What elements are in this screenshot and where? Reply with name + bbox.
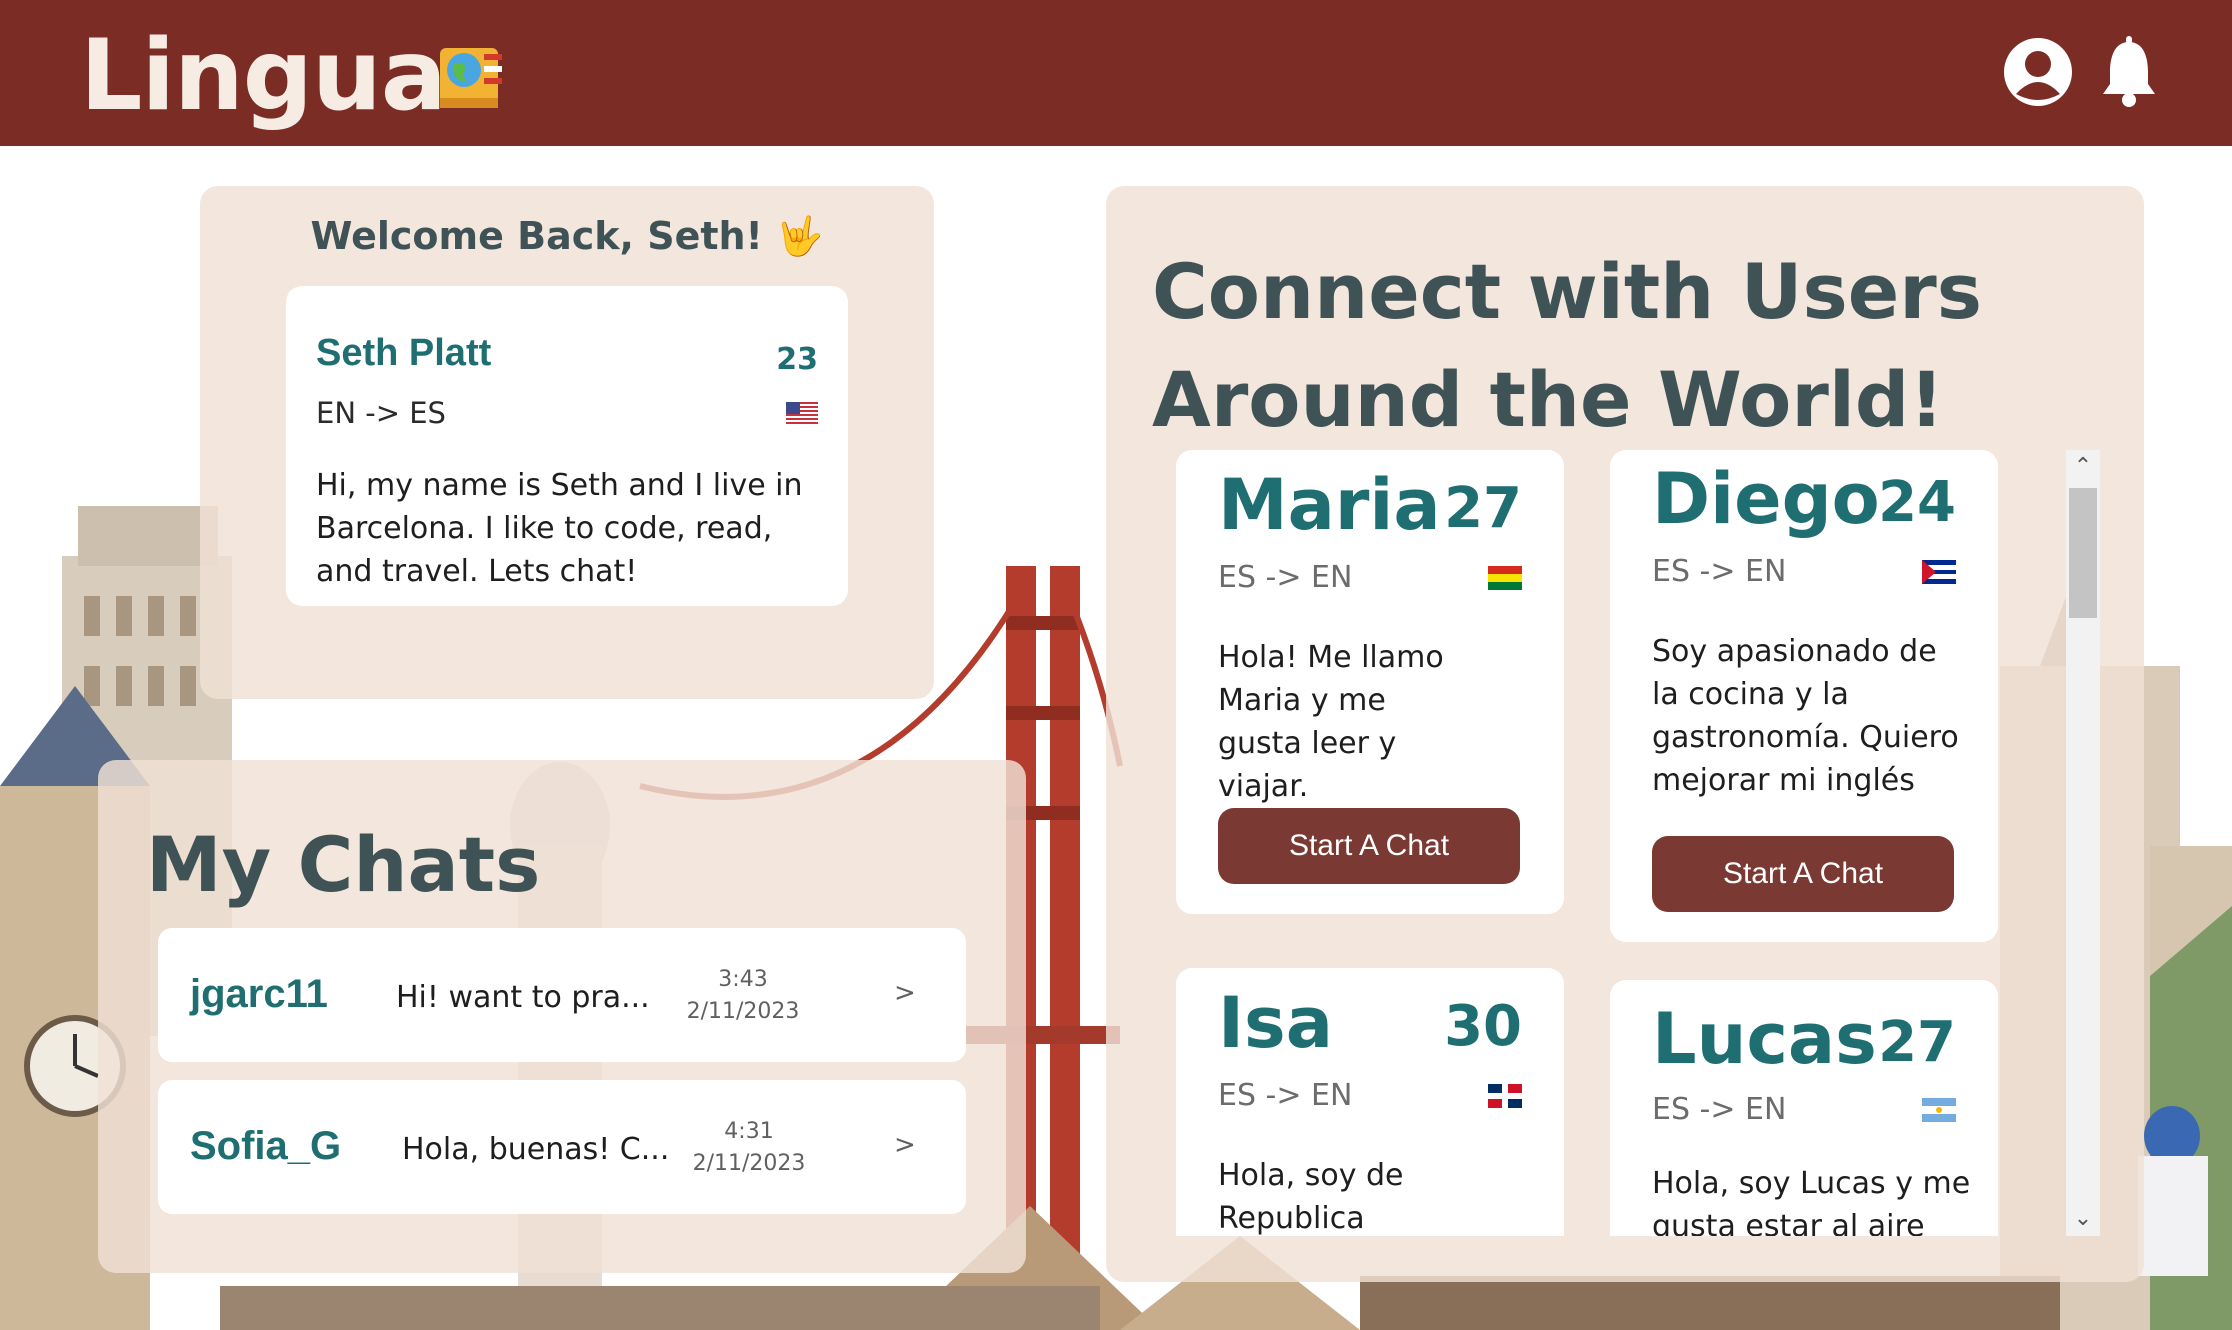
- chat-preview: Hi! want to pra...: [396, 980, 650, 1015]
- us-flag-icon: [786, 402, 818, 424]
- user-card-diego[interactable]: Diego 24 ES -> EN Soy apasionado de la c…: [1610, 450, 1998, 942]
- top-bar: Lingua: [0, 0, 2232, 146]
- start-chat-button[interactable]: Start A Chat: [1218, 808, 1520, 884]
- book-globe-icon: [440, 48, 502, 108]
- user-age: 30: [1444, 994, 1522, 1059]
- bolivia-flag-icon: [1488, 566, 1522, 590]
- my-chats-panel: My Chats jgarc11 Hi! want to pra... 3:43…: [98, 760, 1026, 1273]
- chat-row[interactable]: Sofia_G Hola, buenas! C... 4:31 2/11/202…: [158, 1080, 966, 1214]
- user-bio: Hola, soy Lucas y me gusta estar al aire: [1652, 1166, 1971, 1236]
- my-profile-card[interactable]: Seth Platt 23 EN -> ES Hi, my name is Se…: [286, 286, 848, 606]
- user-languages: ES -> EN: [1218, 560, 1353, 595]
- user-name: Isa: [1218, 982, 1333, 1064]
- scroll-up-arrow-icon[interactable]: ⌃: [2066, 450, 2100, 484]
- chat-time: 3:43: [718, 967, 768, 992]
- user-card-maria[interactable]: Maria 27 ES -> EN Hola! Me llamo Maria y…: [1176, 450, 1564, 914]
- connect-heading-line2: Around the World!: [1152, 355, 1944, 444]
- user-languages: ES -> EN: [1652, 554, 1787, 589]
- user-name: Diego: [1652, 458, 1880, 540]
- chat-preview: Hola, buenas! C...: [402, 1132, 670, 1167]
- user-card-list[interactable]: Maria 27 ES -> EN Hola! Me llamo Maria y…: [1106, 450, 2106, 1236]
- chat-date: 2/11/2023: [692, 1151, 806, 1176]
- profile-bio: Hi, my name is Seth and I live in Barcel…: [316, 468, 803, 589]
- user-languages: ES -> EN: [1218, 1078, 1353, 1113]
- start-chat-button[interactable]: Start A Chat: [1652, 836, 1954, 912]
- argentina-flag-icon: [1922, 1098, 1956, 1122]
- user-age: 27: [1444, 476, 1522, 541]
- profile-name: Seth Platt: [316, 332, 492, 374]
- user-age: 24: [1878, 470, 1956, 535]
- chat-time: 4:31: [724, 1119, 774, 1144]
- welcome-panel: Welcome Back, Seth! 🤟 Seth Platt 23 EN -…: [200, 186, 934, 699]
- open-chat-chevron[interactable]: >: [894, 1130, 916, 1160]
- user-name: Maria: [1218, 464, 1441, 546]
- user-bio: Hola, soy de Republica: [1218, 1158, 1404, 1236]
- profile-languages: EN -> ES: [316, 396, 446, 430]
- user-bio: Soy apasionado de la cocina y la gastron…: [1652, 634, 1959, 798]
- user-age: 27: [1878, 1010, 1956, 1075]
- welcome-heading: Welcome Back, Seth! 🤟: [310, 214, 824, 258]
- user-circle-icon[interactable]: [2002, 36, 2074, 108]
- user-card-lucas[interactable]: Lucas 27 ES -> EN Hola, soy Lucas y me g…: [1610, 980, 1998, 1236]
- user-list-scrollbar[interactable]: ⌃ ⌄: [2066, 450, 2100, 1236]
- connect-heading: Connect with Users Around the World!: [1152, 238, 2112, 454]
- profile-age: 23: [776, 342, 818, 377]
- bell-icon[interactable]: [2100, 36, 2158, 108]
- connect-heading-line1: Connect with Users: [1152, 247, 1982, 336]
- dominican-republic-flag-icon: [1488, 1084, 1522, 1108]
- chat-username: jgarc11: [190, 972, 328, 1016]
- chat-username: Sofia_G: [190, 1124, 342, 1168]
- chat-timestamp: 4:31 2/11/2023: [664, 1116, 834, 1180]
- open-chat-chevron[interactable]: >: [894, 978, 916, 1008]
- user-bio: Hola! Me llamo Maria y me gusta leer y v…: [1218, 640, 1444, 804]
- scroll-down-arrow-icon[interactable]: ⌄: [2066, 1202, 2100, 1236]
- user-languages: ES -> EN: [1652, 1092, 1787, 1127]
- user-card-isa[interactable]: Isa 30 ES -> EN Hola, soy de Republica: [1176, 968, 1564, 1236]
- cuba-flag-icon: [1922, 560, 1956, 584]
- brand-logo[interactable]: Lingua: [80, 18, 447, 134]
- scrollbar-thumb[interactable]: [2069, 488, 2097, 618]
- chat-date: 2/11/2023: [686, 999, 800, 1024]
- connect-users-panel: Connect with Users Around the World! Mar…: [1106, 186, 2144, 1282]
- chat-timestamp: 3:43 2/11/2023: [658, 964, 828, 1028]
- my-chats-heading: My Chats: [146, 820, 541, 909]
- user-name: Lucas: [1652, 998, 1877, 1080]
- chat-row[interactable]: jgarc11 Hi! want to pra... 3:43 2/11/202…: [158, 928, 966, 1062]
